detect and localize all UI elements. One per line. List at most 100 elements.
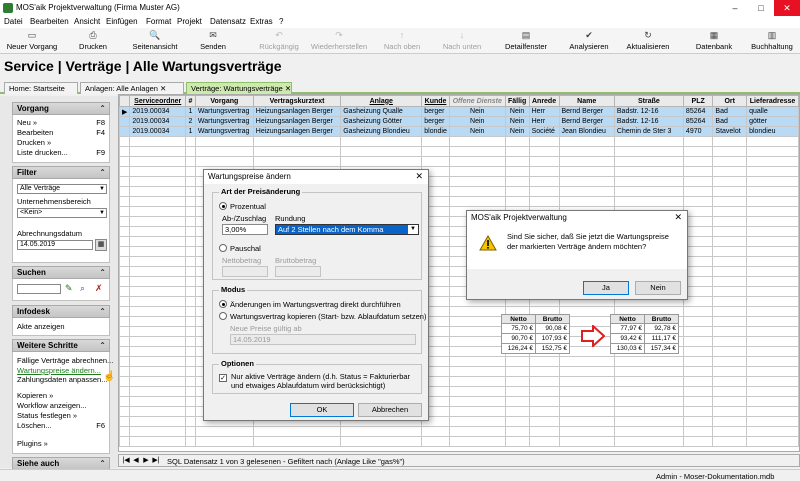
menu-projekt[interactable]: Projekt xyxy=(177,17,202,26)
section-vorgang-header[interactable]: Vorgang ⌃ xyxy=(12,102,110,115)
new-vorgang-button[interactable]: ▭ Neuer Vorgang xyxy=(2,28,62,54)
close-button[interactable]: ✕ xyxy=(774,0,800,16)
radio-prozentual[interactable] xyxy=(219,202,227,210)
table-cell[interactable]: Bernd Berger xyxy=(558,116,615,127)
menu-help[interactable]: ? xyxy=(279,17,283,26)
radio-modus-direkt[interactable] xyxy=(219,300,227,308)
table-cell[interactable]: Bernd Berger xyxy=(558,106,615,117)
bruttobetrag-input[interactable] xyxy=(275,266,321,277)
table-cell[interactable]: Heizungsanlagen Berger xyxy=(252,116,342,127)
column-header[interactable]: Anlage xyxy=(340,95,423,107)
table-cell[interactable]: Jean Blondieu xyxy=(558,126,615,137)
menu-einfuegen[interactable]: Einfügen xyxy=(106,17,138,26)
table-cell[interactable]: blondie xyxy=(421,126,450,137)
move-down-button[interactable]: ↓ Nach unten xyxy=(438,28,486,54)
table-cell[interactable]: Nein xyxy=(504,106,530,117)
table-cell[interactable]: 1 xyxy=(185,106,196,117)
sidebar-item-faellige[interactable]: Fällige Verträge abrechnen... xyxy=(17,356,113,365)
neue-preise-input[interactable]: 14.05.2019 xyxy=(230,334,416,345)
preview-button[interactable]: 🔍 Seitenansicht xyxy=(126,28,184,54)
analyze-button[interactable]: ✔ Analysieren xyxy=(566,28,612,54)
sidebar-item-liste-drucken[interactable]: Liste drucken... xyxy=(17,148,68,157)
column-header[interactable]: PLZ xyxy=(682,95,714,107)
table-row[interactable]: 2019.00034 1 Wartungsvertrag Heizungsanlage… xyxy=(119,126,799,137)
sidebar-item-plugins[interactable]: Plugins » xyxy=(17,439,48,448)
radio-pauschal[interactable] xyxy=(219,244,227,252)
row-indicator-icon[interactable] xyxy=(119,116,131,127)
menu-ansicht[interactable]: Ansicht xyxy=(74,17,100,26)
sidebar-item-bearbeiten[interactable]: Bearbeiten xyxy=(17,128,53,137)
yes-button[interactable]: Ja xyxy=(583,281,629,295)
redo-button[interactable]: ↷ Wiederherstellen xyxy=(306,28,372,54)
section-infodesk-header[interactable]: Infodesk ⌃ xyxy=(12,305,110,318)
find-icon[interactable]: ⌕ xyxy=(80,283,85,294)
table-cell[interactable]: 2 xyxy=(185,116,196,127)
table-cell[interactable]: Wartungsvertrag xyxy=(194,126,254,137)
sidebar-item-status[interactable]: Status festlegen » xyxy=(17,411,77,420)
section-weitere-header[interactable]: Weitere Schritte ⌃ xyxy=(12,339,110,352)
menu-datensatz[interactable]: Datensatz xyxy=(210,17,246,26)
table-row[interactable]: ▶ 2019.00034 1 Wartungsvertrag Heizungsanlag… xyxy=(119,106,799,117)
sidebar-item-zahlungsdaten[interactable]: Zahlungsdaten anpassen... xyxy=(17,375,107,384)
table-cell[interactable]: Nein xyxy=(448,106,506,117)
close-icon[interactable]: ✕ xyxy=(674,212,682,223)
sidebar-item-akte[interactable]: Akte anzeigen xyxy=(17,322,65,331)
table-cell[interactable]: blondieu xyxy=(746,126,799,137)
sidebar-item-neu[interactable]: Neu » xyxy=(17,118,37,127)
menu-extras[interactable]: Extras xyxy=(250,17,273,26)
next-record-button[interactable]: ▶ xyxy=(141,456,151,466)
refresh-button[interactable]: ↻ Aktualisieren xyxy=(620,28,676,54)
table-cell[interactable]: Chemin de Ster 3 xyxy=(613,126,684,137)
move-up-button[interactable]: ↑ Nach oben xyxy=(380,28,424,54)
maximize-button[interactable]: □ xyxy=(748,0,774,16)
tab-vertraege[interactable]: Verträge: Wartungsverträge ✕ xyxy=(186,82,292,94)
section-suchen-header[interactable]: Suchen ⌃ xyxy=(12,266,110,279)
table-cell[interactable]: götter xyxy=(746,116,799,127)
menu-format[interactable]: Format xyxy=(146,17,171,26)
column-header[interactable]: Lieferadresse xyxy=(746,95,799,107)
close-icon[interactable]: ✕ xyxy=(415,171,423,182)
column-header[interactable]: Serviceordner xyxy=(129,95,187,107)
minimize-button[interactable]: – xyxy=(722,0,748,16)
table-cell[interactable]: Badstr. 12-16 xyxy=(613,106,684,117)
no-button[interactable]: Nein xyxy=(635,281,681,295)
search-input[interactable] xyxy=(17,284,61,294)
table-cell[interactable]: Herr xyxy=(528,116,560,127)
table-cell[interactable]: Badstr. 12-16 xyxy=(613,116,684,127)
table-cell[interactable]: 2019.00034 xyxy=(129,106,187,117)
ok-button[interactable]: OK xyxy=(290,403,354,417)
nettobetrag-input[interactable] xyxy=(222,266,268,277)
column-header[interactable]: Vorgang xyxy=(194,95,254,107)
clear-search-icon[interactable]: ✗ xyxy=(95,283,103,294)
sidebar-item-wartungspreise[interactable]: Wartungspreise ändern... xyxy=(17,366,101,375)
table-cell[interactable]: Heizungsanlagen Berger xyxy=(252,126,342,137)
menu-bearbeiten[interactable]: Bearbeiten xyxy=(30,17,69,26)
table-cell[interactable]: Gasheizung Blondieu xyxy=(340,126,423,137)
abrechnungsdatum-field[interactable]: 14.05.2019 xyxy=(17,240,93,250)
filter-select[interactable]: Alle Verträge ▼ xyxy=(17,184,107,194)
column-header[interactable]: Vertragskurztext xyxy=(252,95,342,107)
table-cell[interactable]: 85264 xyxy=(682,116,714,127)
accounting-button[interactable]: ▥ Buchhaltung xyxy=(748,28,796,54)
table-cell[interactable]: Bad xyxy=(712,116,748,127)
ab-zuschlag-input[interactable]: 3,00% xyxy=(222,224,268,235)
column-header[interactable]: Offene Dienste xyxy=(448,95,506,107)
column-header[interactable]: Anrede xyxy=(528,95,560,107)
database-button[interactable]: ▦ Datenbank xyxy=(694,28,734,54)
send-button[interactable]: ✉ Senden xyxy=(192,28,234,54)
table-cell[interactable]: 2019.00034 xyxy=(129,126,187,137)
table-cell[interactable]: 1 xyxy=(185,126,196,137)
rundung-select[interactable]: Auf 2 Stellen nach dem Komma ▼ xyxy=(275,224,419,235)
table-cell[interactable]: 2019.00034 xyxy=(129,116,187,127)
cancel-button[interactable]: Abbrechen xyxy=(358,403,422,417)
undo-button[interactable]: ↶ Rückgängig xyxy=(254,28,304,54)
column-header[interactable]: Ort xyxy=(712,95,748,107)
sidebar-item-drucken[interactable]: Drucken » xyxy=(17,138,51,147)
column-header[interactable]: Name xyxy=(558,95,615,107)
row-indicator-icon[interactable] xyxy=(119,126,131,137)
table-cell[interactable]: qualle xyxy=(746,106,799,117)
column-header[interactable]: # xyxy=(185,95,196,107)
table-cell[interactable]: Herr xyxy=(528,106,560,117)
table-cell[interactable]: Wartungsvertrag xyxy=(194,106,254,117)
table-cell[interactable]: Société xyxy=(528,126,560,137)
